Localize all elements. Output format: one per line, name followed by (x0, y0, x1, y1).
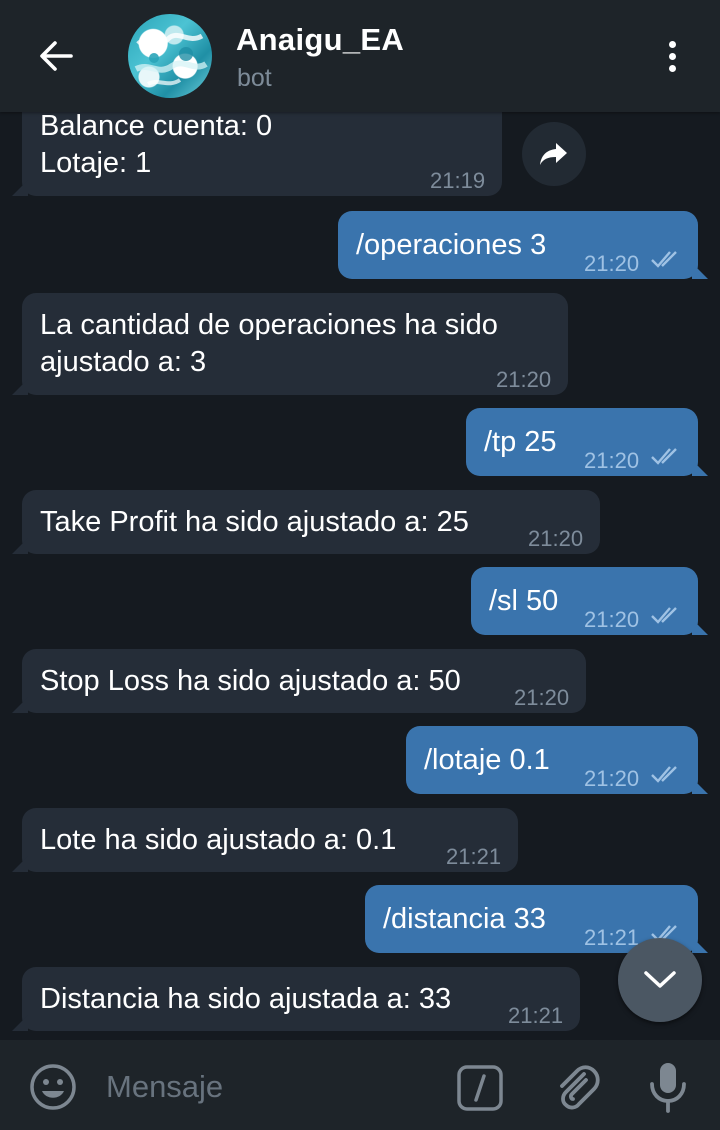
message-time: 21:21 (446, 844, 502, 869)
message-incoming[interactable]: Lote ha sido ajustado a: 0.1 21:21 (12, 808, 518, 872)
slash-command-icon (457, 1065, 503, 1111)
message-composer (0, 1040, 720, 1130)
message-incoming[interactable]: Distancia ha sido ajustada a: 33 21:21 (12, 967, 580, 1031)
avatar-image (134, 32, 208, 86)
chevron-down-icon (644, 971, 676, 988)
message-text: Lote ha sido ajustado a: 0.1 (40, 824, 397, 856)
message-text: Stop Loss ha sido ajustado a: 50 (40, 665, 461, 697)
message-time: 21:20 (584, 448, 640, 473)
emoji-button[interactable] (28, 1062, 78, 1112)
bot-commands-button[interactable] (456, 1064, 504, 1112)
chat-title[interactable]: Anaigu_EA (236, 22, 404, 58)
message-incoming[interactable]: Take Profit ha sido ajustado a: 25 21:20 (12, 490, 600, 554)
paperclip-icon (560, 1065, 600, 1110)
avatar[interactable] (128, 14, 212, 98)
message-outgoing[interactable]: /operaciones 3 21:20 (338, 211, 708, 279)
double-check-icon (651, 251, 677, 268)
message-time: 21:20 (584, 607, 640, 632)
message-incoming[interactable]: Stop Loss ha sido ajustado a: 50 21:20 (12, 649, 586, 713)
chat-header: Anaigu_EA bot (0, 0, 720, 112)
more-options-button[interactable] (652, 34, 692, 78)
back-button[interactable] (30, 34, 82, 78)
message-time: 21:20 (584, 251, 640, 276)
voice-message-button[interactable] (646, 1060, 690, 1114)
message-incoming[interactable]: La cantidad de operaciones ha sido ajust… (12, 293, 568, 395)
microphone-icon (650, 1063, 686, 1113)
message-text: Balance cuenta: 0 Lotaje: 1 (40, 110, 273, 179)
smiley-icon (30, 1064, 76, 1110)
more-vertical-icon (668, 40, 676, 48)
double-check-icon (651, 448, 677, 465)
chat-subtitle: bot (237, 64, 272, 92)
message-text: Distancia ha sido ajustada a: 33 (40, 983, 452, 1015)
scroll-down-button[interactable] (618, 938, 702, 1022)
message-outgoing[interactable]: /lotaje 0.1 21:20 (406, 726, 708, 794)
double-check-icon (651, 766, 677, 783)
message-text: /operaciones 3 (356, 229, 547, 261)
message-time: 21:20 (584, 766, 640, 791)
message-list[interactable]: Balance cuenta: 0 Lotaje: 1 21:19 /opera… (0, 0, 720, 1040)
double-check-icon (651, 607, 677, 624)
message-time: 21:19 (430, 168, 486, 193)
message-text: /lotaje 0.1 (424, 744, 550, 776)
message-text: Take Profit ha sido ajustado a: 25 (40, 506, 469, 538)
message-time: 21:20 (514, 685, 570, 710)
message-outgoing[interactable]: /tp 25 21:20 (466, 408, 708, 476)
message-outgoing[interactable]: /sl 50 21:20 (471, 567, 708, 635)
share-icon (540, 143, 567, 165)
arrow-left-icon (40, 41, 73, 71)
message-time: 21:21 (508, 1003, 564, 1028)
message-input[interactable] (104, 1062, 438, 1112)
message-text: /sl 50 (489, 585, 559, 617)
share-button[interactable] (522, 122, 586, 186)
message-text: /distancia 33 (383, 903, 546, 935)
message-text: /tp 25 (484, 426, 557, 458)
message-time: 21:20 (496, 367, 552, 392)
message-time: 21:20 (528, 526, 584, 551)
message-text: La cantidad de operaciones ha sido ajust… (40, 309, 498, 378)
attach-button[interactable] (552, 1062, 602, 1112)
